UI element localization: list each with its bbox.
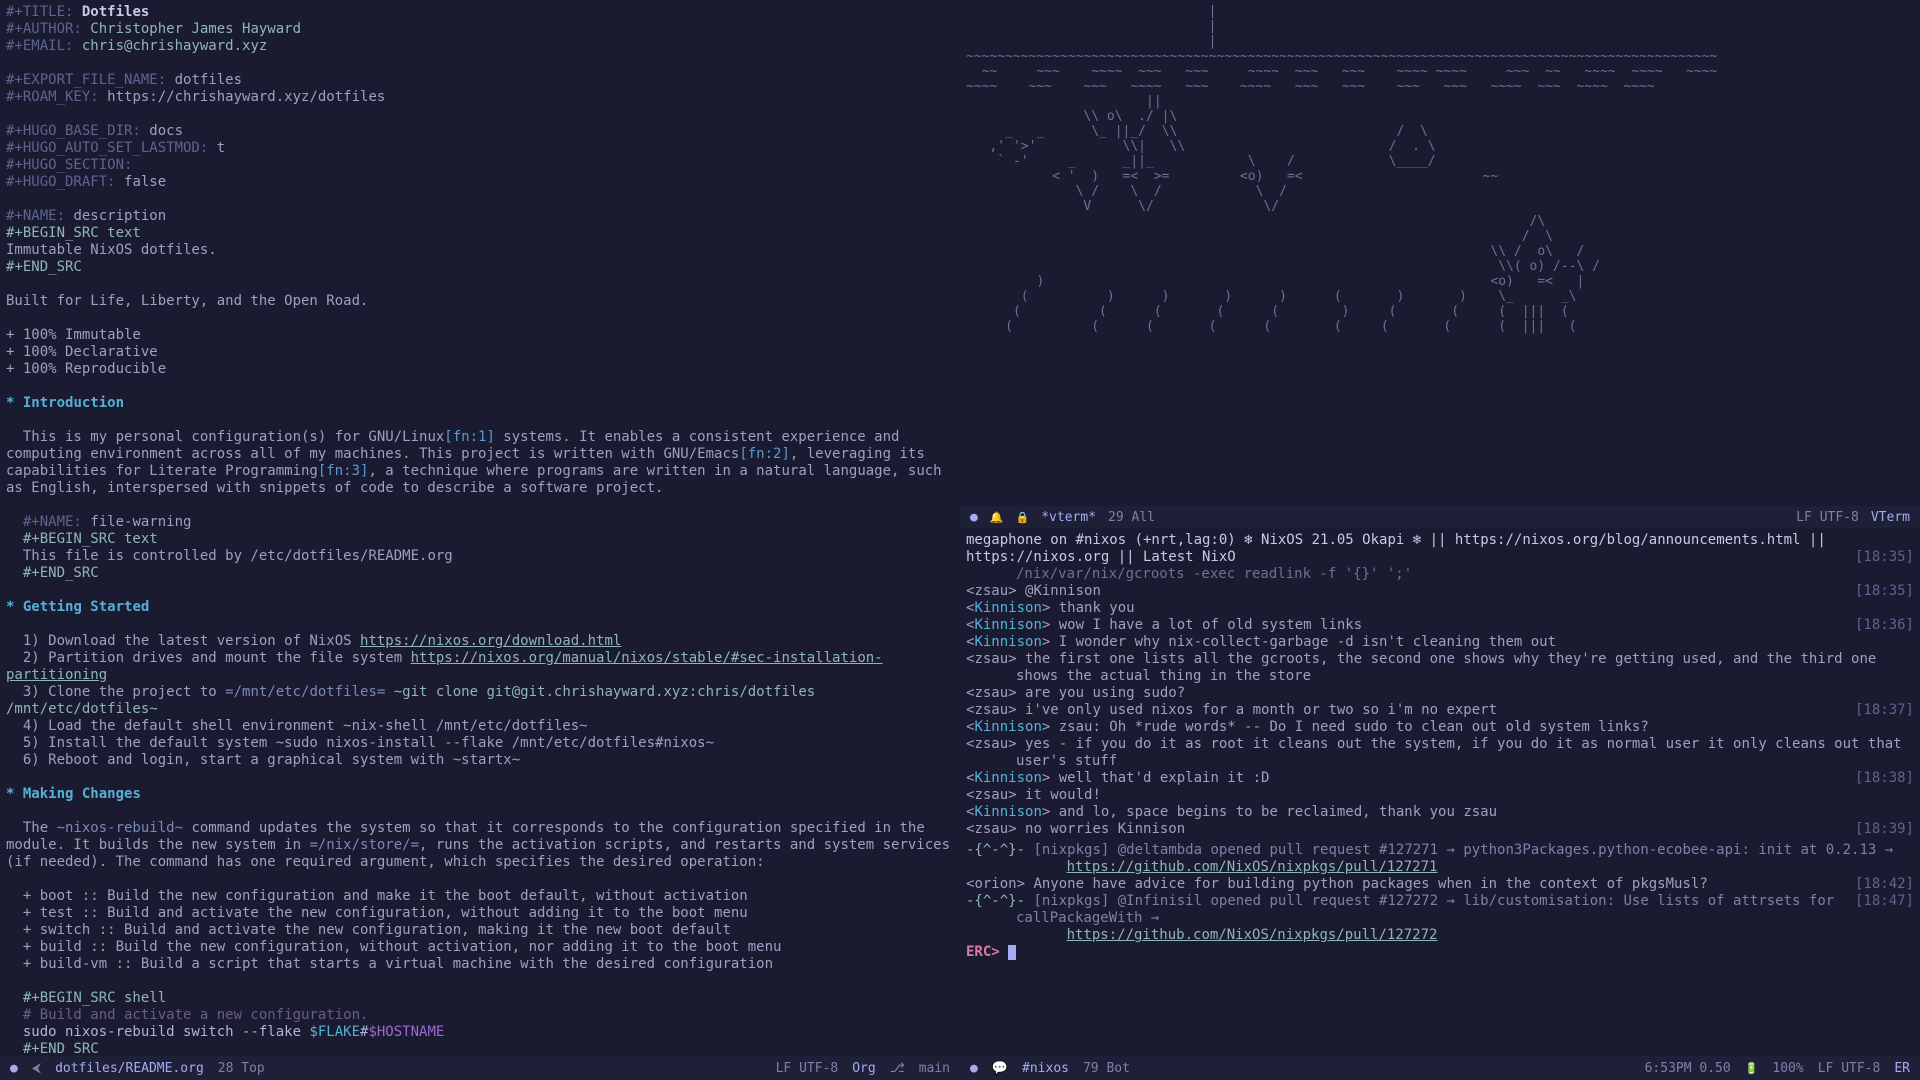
editor-position: 28 Top: [218, 1060, 265, 1077]
ascii-art: | | | ~~~~~~~~~~~~~~~~~~~~~~~~~~~~~~~~~~…: [966, 4, 1914, 334]
erc-prompt: ERC>: [966, 944, 1000, 960]
modeline-editor: ⮜ dotfiles/README.org 28 Top LF UTF-8 Or…: [0, 1056, 960, 1080]
modeline-erc: 💬 #nixos 79 Bot 6:53PM 0.50 100% LF UTF-…: [960, 1056, 1920, 1080]
heading-getting-started: Getting Started: [23, 599, 149, 615]
erc-message: <Kinnison> and lo, space begins to be re…: [966, 804, 1914, 821]
erc-topic: megaphone on #nixos (+nrt,lag:0) ❄ NixOS…: [966, 532, 1914, 566]
battery-pct: 100%: [1772, 1060, 1803, 1077]
footnote-3[interactable]: [fn:3]: [318, 463, 369, 479]
doc-email: chris@chrishayward.xyz: [82, 38, 267, 54]
editor-pane[interactable]: #+TITLE: Dotfiles #+AUTHOR: Christopher …: [0, 0, 960, 1056]
erc-mode: ER: [1894, 1060, 1910, 1077]
vterm-position: 29 All: [1108, 509, 1155, 526]
erc-message: [18:36]<Kinnison> wow I have a lot of ol…: [966, 617, 1914, 634]
heading-introduction: Introduction: [23, 395, 124, 411]
modeline-vterm: *vterm* 29 All LF UTF-8 VTerm: [960, 506, 1920, 528]
erc-message: <zsau> it would!: [966, 787, 1914, 804]
erc-message: <Kinnison> thank you: [966, 600, 1914, 617]
erc-message: [18:37]<zsau> i've only used nixos for a…: [966, 702, 1914, 719]
git-branch: main: [919, 1060, 950, 1077]
link-pr-127271[interactable]: https://github.com/NixOS/nixpkgs/pull/12…: [1067, 859, 1438, 875]
doc-author: Christopher James Hayward: [90, 21, 301, 37]
clock-time: 6:53PM 0.50: [1645, 1060, 1731, 1077]
erc-message: <zsau> the first one lists all the gcroo…: [966, 651, 1914, 685]
bell-icon: [990, 509, 1004, 526]
erc-message: [18:35]<zsau> @Kinnison: [966, 583, 1914, 600]
vterm-buffer-name: *vterm*: [1041, 509, 1096, 526]
erc-buffer-name: #nixos: [1022, 1060, 1069, 1077]
nixos-logo-icon: ❄: [1244, 532, 1252, 548]
erc-topic-cmd: /nix/var/nix/gcroots -exec readlink -f '…: [966, 566, 1914, 583]
erc-bot-message: [18:47] -{^-^}- [nixpkgs] @Infinisil ope…: [966, 893, 1914, 944]
erc-input[interactable]: ERC>: [966, 944, 1914, 961]
battery-icon: [1745, 1060, 1759, 1077]
tagline: Built for Life, Liberty, and the Open Ro…: [6, 293, 368, 309]
erc-message: <Kinnison> I wonder why nix-collect-garb…: [966, 634, 1914, 651]
chat-icon: 💬: [992, 1060, 1008, 1077]
status-dot-icon: [970, 509, 978, 526]
editor-buffer-name: dotfiles/README.org: [55, 1060, 204, 1077]
doc-title: Dotfiles: [82, 4, 149, 20]
erc-message: <Kinnison> zsau: Oh *rude words* -- Do I…: [966, 719, 1914, 736]
branch-icon: [890, 1060, 905, 1077]
editor-encoding: LF UTF-8: [776, 1060, 839, 1077]
erc-position: 79 Bot: [1083, 1060, 1130, 1077]
org-source[interactable]: #+TITLE: Dotfiles #+AUTHOR: Christopher …: [6, 4, 954, 1056]
erc-pane[interactable]: megaphone on #nixos (+nrt,lag:0) ❄ NixOS…: [960, 528, 1920, 1056]
erc-message: [18:39]<zsau> no worries Kinnison: [966, 821, 1914, 838]
link-pr-127272[interactable]: https://github.com/NixOS/nixpkgs/pull/12…: [1067, 927, 1438, 943]
vterm-mode: VTerm: [1871, 509, 1910, 526]
kw-title: #+TITLE:: [6, 4, 73, 20]
erc-message: <zsau> yes - if you do it as root it cle…: [966, 736, 1914, 770]
erc-bot-message: -{^-^}- [nixpkgs] @delta​mbda opened pul…: [966, 842, 1914, 876]
heading-making-changes: Making Changes: [23, 786, 141, 802]
lock-icon: [1016, 509, 1030, 526]
link-nixos-download[interactable]: https://nixos.org/download.html: [360, 633, 621, 649]
vterm-pane[interactable]: | | | ~~~~~~~~~~~~~~~~~~~~~~~~~~~~~~~~~~…: [960, 0, 1920, 528]
footnote-2[interactable]: [fn:2]: [739, 446, 790, 462]
status-dot-icon: [970, 1060, 978, 1077]
cursor-icon: [1008, 945, 1016, 960]
erc-message: [18:42] <orion> Anyone have advice for b…: [966, 876, 1914, 893]
erc-message: <zsau> are you using sudo?: [966, 685, 1914, 702]
erc-message: [18:38]<Kinnison> well that'd explain it…: [966, 770, 1914, 787]
status-dot-icon: [10, 1060, 18, 1077]
editor-mode: Org: [852, 1060, 875, 1077]
back-icon[interactable]: ⮜: [32, 1060, 41, 1077]
footnote-1[interactable]: [fn:1]: [444, 429, 495, 445]
nixos-logo-icon: ❄: [1413, 532, 1421, 548]
vterm-encoding: LF UTF-8: [1796, 509, 1859, 526]
erc-encoding: LF UTF-8: [1818, 1060, 1881, 1077]
